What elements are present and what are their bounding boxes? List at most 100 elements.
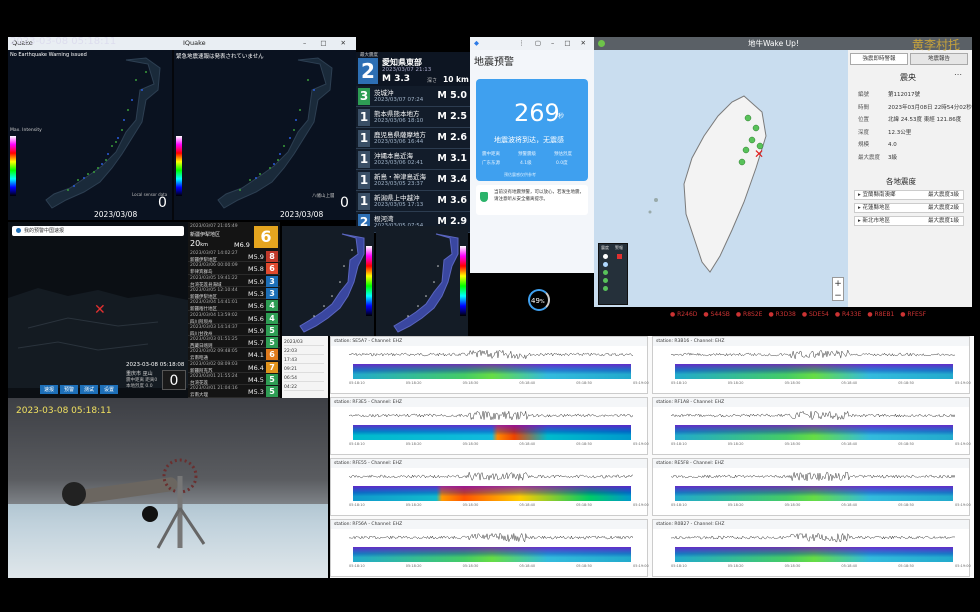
seismograph-panel[interactable]: station: RE5F8 - Channel: EHZ 05:18:10 05:…: [652, 458, 971, 516]
jma-list-item[interactable]: 3 茨城沖 2023/03/07 07:24 M 5.0: [356, 86, 470, 107]
station-chip[interactable]: ● R8S2E: [736, 311, 763, 318]
seismograph-title: station: RF56A - Channel: EHZ: [331, 520, 647, 529]
lower-map-left: [282, 226, 374, 336]
cn-list-item[interactable]: 2023/03/01 21:04:16 云南大理 M5.3 5: [188, 385, 280, 398]
tab-iquake[interactable]: IQuake: [183, 37, 206, 50]
button-kuaibao[interactable]: 速报: [40, 385, 59, 394]
seismograph-panel[interactable]: station: RF56A - Channel: EHZ 05:18:10 05:…: [330, 519, 649, 577]
cn-list-item[interactable]: 2023/03/01 21:55:24 台湾花莲 M4.5 5: [188, 373, 280, 386]
seismograph-spectrogram: [675, 364, 953, 379]
cn-item-mag: M5.3: [248, 388, 264, 397]
jma-item-time: 2023/03/06 02:41: [374, 160, 424, 166]
cn-list-item[interactable]: 2023/03/05 19:41:22 台湾花莲县海域 M5.9 3: [188, 275, 280, 288]
cn-list-item[interactable]: 2023/03/02 08:09:03 新疆阿克苏 M6.4 7: [188, 361, 280, 374]
cn-list-item[interactable]: 2023/03/04 13:59:02 四川阿坝州 M5.6 4: [188, 312, 280, 325]
mini-list-item[interactable]: 04:22: [284, 385, 324, 391]
legend-label: Max. Intensity: [10, 128, 42, 133]
cn-item-mag: M5.9: [248, 277, 264, 286]
station-chip[interactable]: ● R433E: [835, 311, 862, 318]
seismograph-panel[interactable]: station: RF1A8 - Channel: EHZ 05:18:10 05:…: [652, 397, 971, 455]
seismograph-panel[interactable]: station: RFE55 - Channel: EHZ 05:18:10 05:…: [330, 458, 649, 516]
location-icon: [16, 228, 21, 233]
time-tick: 05:18:40: [841, 564, 858, 568]
cn-list-item[interactable]: 2023/03/05 12:10:44 新疆伊犁地区 M5.3 3: [188, 287, 280, 300]
more-icon[interactable]: ⋯: [954, 70, 962, 79]
seismograph-time-axis: 05:18:10 05:18:20 05:18:30 05:18:40 05:18:50…: [671, 564, 971, 568]
jma-list-item[interactable]: 1 沖縄本島近海 2023/03/06 02:41 M 3.1: [356, 149, 470, 170]
china-map-city: 重庆市 巫山: [126, 371, 153, 377]
time-tick: 05:18:30: [462, 564, 479, 568]
cn-list-item[interactable]: 2023/03/04 14:41:01 新疆喀什地区 M5.6 4: [188, 299, 280, 312]
time-tick: 05:18:10: [671, 442, 687, 446]
window-controls[interactable]: – □ ✕: [303, 37, 352, 50]
seismograph-panel[interactable]: station: R3B16 - Channel: EHZ 05:18:10 05:…: [652, 336, 971, 394]
seismograph-spectrogram: [675, 486, 953, 501]
cn-list-item[interactable]: 2023/03/02 09:48:05 云南昭通 M4.1 6: [188, 348, 280, 361]
jma-item-intensity: 1: [358, 109, 370, 126]
seismograph-panel[interactable]: station: SE5A7 - Channel: EHZ 05:18:10 05:…: [330, 336, 649, 394]
button-yujing[interactable]: 预警: [60, 385, 79, 394]
mini-list-item[interactable]: 09:21: [284, 367, 324, 373]
time-tick: 05:19:00: [633, 381, 649, 385]
time-tick: 05:19:00: [633, 442, 649, 446]
detail-key: 規模: [858, 142, 870, 148]
jma-item-intensity: 1: [358, 151, 370, 168]
taiwan-local-row[interactable]: ▸ 宜蘭縣南澳鄉 最大震度3級: [854, 190, 964, 200]
detail-value: 12.3公里: [888, 129, 912, 136]
cn-item-mag: M5.8: [248, 265, 264, 274]
jma-list-item[interactable]: 1 鹿児島県薩摩地方 2023/03/06 16:44 M 2.6: [356, 128, 470, 149]
waveform-line: [670, 532, 956, 543]
jma-item-mag: M 3.1: [437, 153, 467, 164]
cn-list-item[interactable]: 2023/03/03 14:14:37 四川甘孜州 M5.9 5: [188, 324, 280, 337]
mini-list-item[interactable]: 22:03: [284, 349, 324, 355]
time-tick: 05:18:30: [784, 503, 801, 507]
cn-header-badge: 6: [254, 226, 278, 248]
button-settings[interactable]: 设置: [100, 385, 119, 394]
station-chip[interactable]: ● SDE54: [802, 311, 829, 318]
seismograph-panel[interactable]: station: RF3E5 - Channel: EHZ 05:18:10 05:…: [330, 397, 649, 455]
cn-list-item[interactable]: 2023/03/07 14:02:27 新疆伊犁地区 M5.9 8: [188, 250, 280, 263]
seismograph-time-axis: 05:18:10 05:18:20 05:18:30 05:18:40 05:18:50…: [349, 381, 649, 385]
jma-item-mag: M 3.6: [437, 195, 467, 206]
window-controls[interactable]: ⋮ ▢ – □ ✕: [518, 37, 590, 50]
station-chip[interactable]: ● R246D: [670, 311, 697, 318]
tab-report[interactable]: 地震報告: [910, 53, 968, 65]
waveform-line: [348, 532, 634, 543]
station-chip[interactable]: ● R3D38: [768, 311, 795, 318]
eew-card: 269 秒 地震波将到达，无震感 震中距离 预警震级 预估烈度 广东东源 4.1…: [476, 79, 588, 181]
jma-latest-time: 2023/03/07 21:13: [382, 67, 432, 73]
time-tick: 05:18:40: [519, 442, 536, 446]
taiwan-detail-heading: 震央: [900, 73, 916, 82]
tab-realtime[interactable]: 強震即時警報: [850, 53, 908, 65]
jma-list-item[interactable]: 1 熊本県熊本地方 2023/03/06 18:10 M 2.5: [356, 107, 470, 128]
time-tick: 05:18:10: [349, 442, 365, 446]
mini-list-item[interactable]: 2023/03: [284, 340, 324, 346]
taiwan-local-row[interactable]: ▸ 花蓮縣地區 最大震度2級: [854, 203, 964, 213]
legend-title-2: 警報: [615, 245, 623, 250]
detail-value: 4.0: [888, 142, 897, 148]
station-chip[interactable]: ● R8EB1: [867, 311, 894, 318]
cn-list-item[interactable]: 2023/03/06 00:00:09 菲律宾群岛 M5.8 6: [188, 262, 280, 275]
button-test[interactable]: 测试: [80, 385, 99, 394]
cn-item-mag: M5.6: [248, 314, 264, 323]
seismograph-title: station: RF1A8 - Channel: EHZ: [653, 398, 969, 407]
taiwan-local-row[interactable]: ▸ 新北市地區 最大震度1級: [854, 216, 964, 226]
seismograph-panel[interactable]: station: R0B27 - Channel: EHZ 05:18:10 05:…: [652, 519, 971, 577]
cn-item-time: 2023/03/06 00:00:09: [190, 263, 238, 269]
time-tick: 05:19:00: [955, 564, 971, 568]
jma-item-place: 新島・神津島近海: [374, 173, 426, 181]
cn-list-item[interactable]: 2023/03/03 01:51:25 西藏日喀则 M5.7 5: [188, 336, 280, 349]
mini-list-item[interactable]: 06:54: [284, 376, 324, 382]
jma-list-item[interactable]: 1 新潟県上中越沖 2023/03/05 17:13 M 3.6: [356, 191, 470, 212]
jma-item-mag: M 5.0: [437, 90, 467, 101]
station-chip[interactable]: ● RFESF: [900, 311, 926, 318]
mini-list-item[interactable]: 17:43: [284, 358, 324, 364]
seismograph-waveform: [670, 531, 956, 544]
seismograph-waveform: [348, 409, 634, 422]
station-chip[interactable]: ● S44SB: [703, 311, 730, 318]
eew-gauge-value: 49%: [531, 297, 545, 305]
seismograph-spectrogram: [675, 425, 953, 440]
map-zoom-controls[interactable]: + −: [832, 277, 844, 301]
japan-map-right: 緊急地震速報は発表されていません 八幡山上層 0 2023/03/08 06:1…: [174, 50, 356, 220]
jma-list-item[interactable]: 1 新島・神津島近海 2023/03/05 23:37 M 3.4: [356, 170, 470, 191]
